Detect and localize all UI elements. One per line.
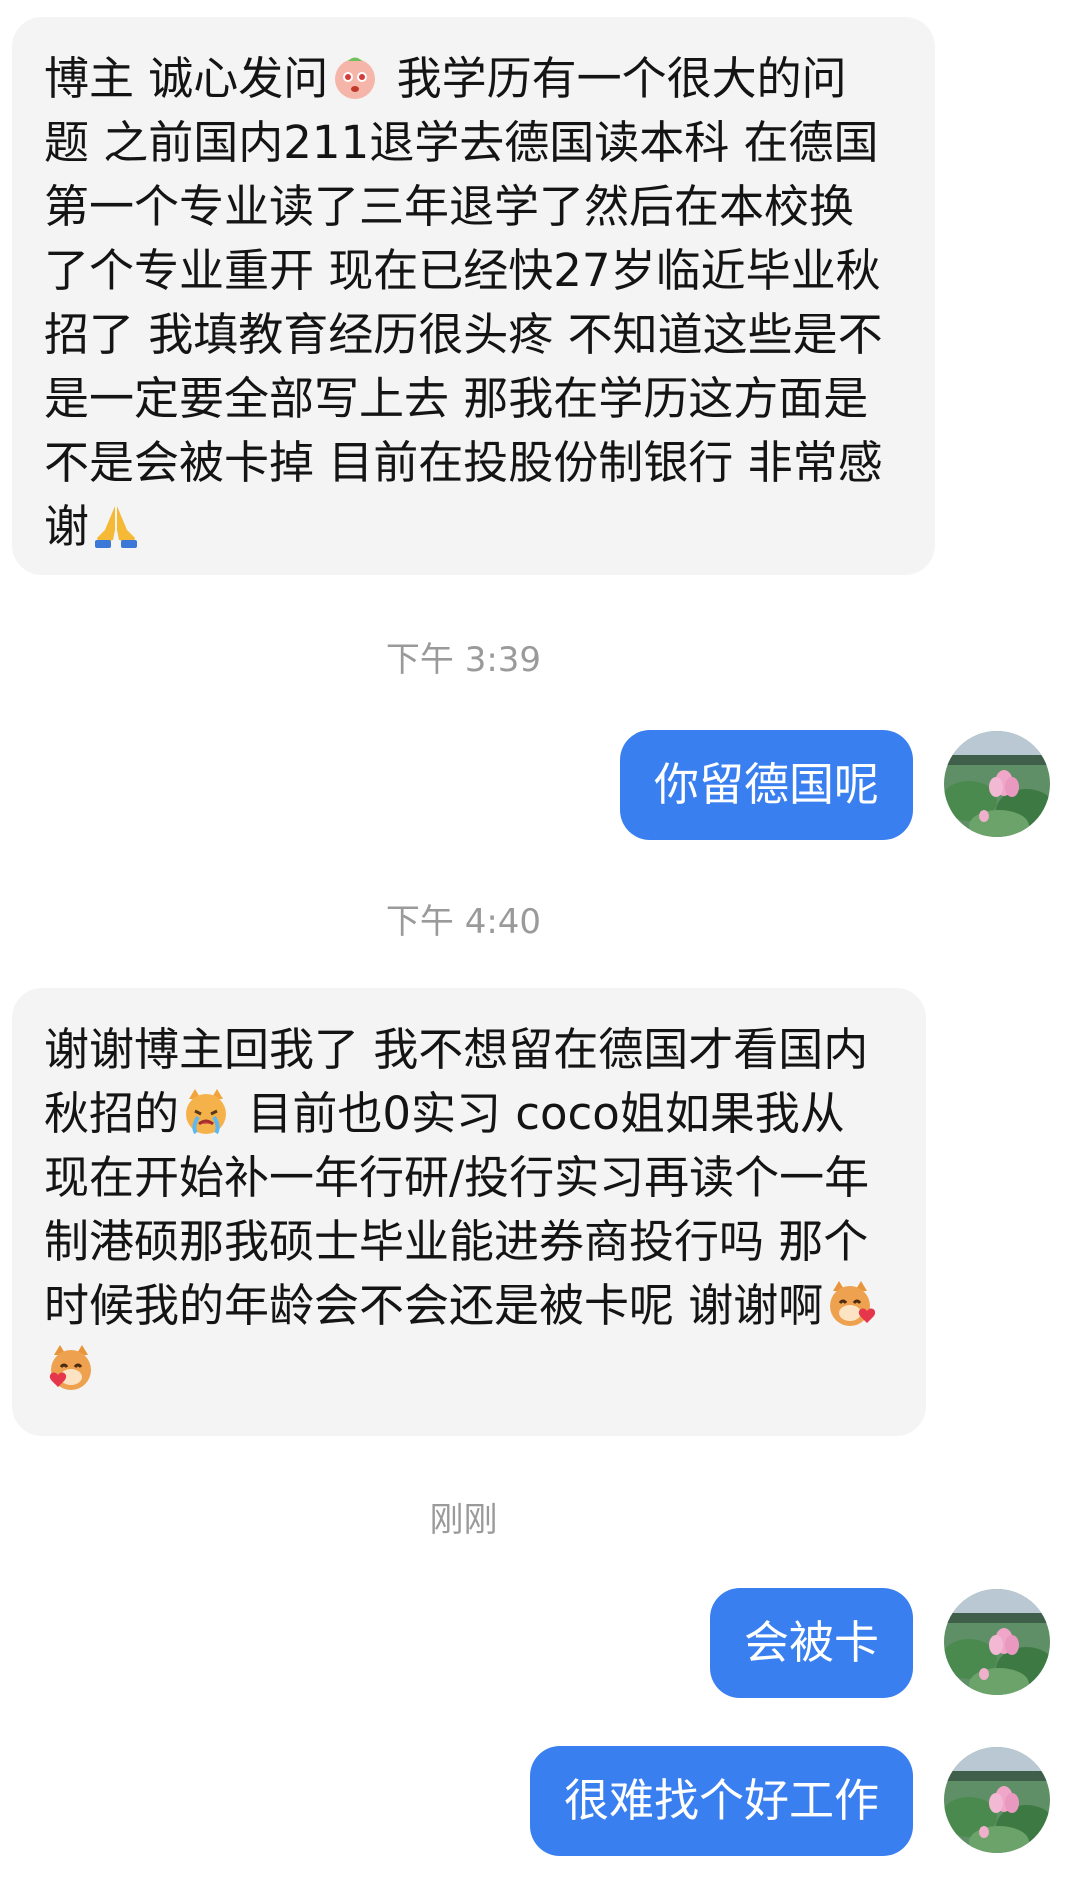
praying-hands-emoji	[95, 506, 138, 548]
message-line: 制港硕那我硕士毕业能进券商投行吗 那个	[44, 1215, 869, 1268]
message-line: 不是会被卡掉 目前在投股份制银行 非常感	[44, 436, 883, 489]
chat-view[interactable]: 博主 诚心发问 我学历有一个很大的问 题 之前国内211退学去德国读本科 在德国…	[0, 0, 1080, 1903]
message-line: 博主 诚心发问 我学历有一个很大的问	[44, 52, 847, 105]
blush-face-emoji	[335, 57, 376, 99]
message-line: 是一定要全部写上去 那我在学历这方面是	[44, 372, 869, 425]
message-line: 招了 我填教育经历很头疼 不知道这些是不	[44, 308, 883, 361]
message-line: 第一个专业读了三年退学了然后在本校换	[44, 180, 855, 233]
message-line: 时候我的年龄会不会还是被卡呢 谢谢啊	[44, 1274, 896, 1338]
incoming-message[interactable]: 谢谢博主回我了 我不想留在德国才看国内 秋招的 目前也0实习 coco姐如果我从…	[12, 988, 926, 1436]
timestamp: 下午 4:40	[385, 902, 542, 942]
timestamp: 刚刚	[429, 1500, 498, 1540]
outgoing-message[interactable]: 很难找个好工作	[529, 1746, 913, 1856]
message-line: 谢	[44, 495, 905, 559]
message-line	[44, 1338, 896, 1402]
crying-cat-emoji	[186, 1089, 227, 1135]
outgoing-message[interactable]: 会被卡	[709, 1588, 913, 1698]
cat-heart-emoji	[830, 1281, 876, 1326]
cat-heart-emoji	[49, 1345, 91, 1390]
lotus-avatar-image	[944, 1747, 1050, 1853]
message-line: 题 之前国内211退学去德国读本科 在德国	[44, 116, 879, 169]
outgoing-message[interactable]: 你留德国呢	[619, 730, 913, 840]
timestamp: 下午 3:39	[385, 640, 542, 680]
lotus-avatar-image	[944, 731, 1050, 837]
message-line: 了个专业重开 现在已经快27岁临近毕业秋	[44, 244, 881, 297]
avatar[interactable]	[944, 1747, 1050, 1853]
lotus-avatar-image	[944, 1589, 1050, 1695]
message-line: 谢谢博主回我了 我不想留在德国才看国内	[44, 1023, 869, 1076]
avatar[interactable]	[944, 1589, 1050, 1695]
avatar[interactable]	[944, 731, 1050, 837]
incoming-message[interactable]: 博主 诚心发问 我学历有一个很大的问 题 之前国内211退学去德国读本科 在德国…	[12, 17, 935, 575]
message-line: 现在开始补一年行研/投行实习再读个一年	[44, 1151, 870, 1204]
message-line: 秋招的 目前也0实习 coco姐如果我从	[44, 1087, 845, 1140]
